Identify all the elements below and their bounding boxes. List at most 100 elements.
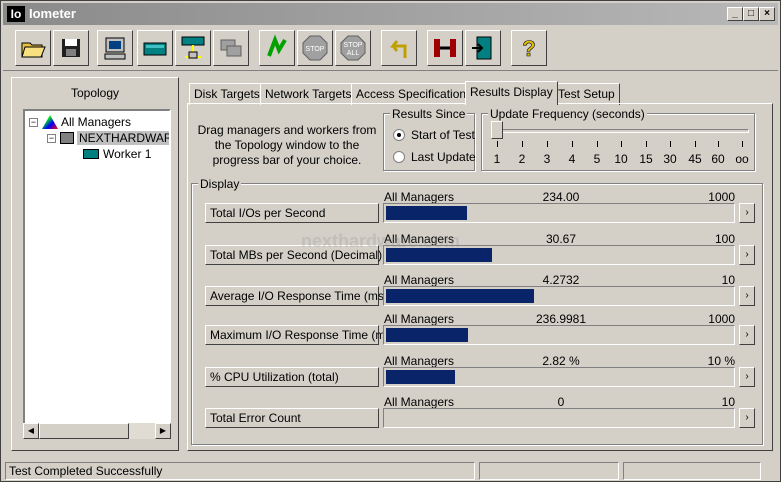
stop-icon: STOP — [302, 35, 328, 61]
exit-button[interactable] — [465, 30, 501, 66]
toolbar: STOP STOP ALL ? — [3, 27, 778, 71]
connect-button[interactable] — [427, 30, 463, 66]
stop-button[interactable]: STOP — [297, 30, 333, 66]
tree-item-worker[interactable]: Worker 1 — [83, 147, 151, 161]
start-button[interactable] — [259, 30, 295, 66]
chevron-right-icon: › — [745, 329, 749, 340]
metric-source: All Managers — [384, 395, 455, 409]
tab-disk-targets[interactable]: Disk Targets — [189, 83, 265, 105]
slider-tick-label: 2 — [518, 152, 526, 166]
metric-progress-fill — [386, 206, 467, 220]
help-button[interactable]: ? — [511, 30, 547, 66]
metric-progress-bar[interactable] — [383, 325, 735, 345]
open-button[interactable] — [15, 30, 51, 66]
copy-button[interactable] — [213, 30, 249, 66]
collapse-icon[interactable]: − — [29, 117, 38, 127]
computer-icon — [60, 132, 74, 144]
minimize-button[interactable]: _ — [727, 7, 743, 21]
slider-tick-label: 10 — [614, 152, 628, 166]
tree-item-manager[interactable]: − NEXTHARDWAR — [47, 131, 169, 145]
display-icon — [104, 37, 126, 60]
slider-tick — [621, 141, 622, 147]
copy-icon — [220, 39, 242, 57]
metric-value: 236.9981 — [535, 312, 587, 326]
scroll-left-icon[interactable]: ◀ — [23, 423, 39, 439]
update-frequency-label: Update Frequency (seconds) — [488, 107, 647, 121]
chevron-right-icon: › — [745, 207, 749, 218]
slider-tick — [718, 141, 719, 147]
metric-button[interactable]: Average I/O Response Time (ms) — [205, 286, 388, 306]
slider-tick — [522, 141, 523, 147]
scroll-right-icon[interactable]: ▶ — [155, 423, 171, 439]
chevron-right-icon: › — [745, 290, 749, 301]
metric-max: 1000 — [708, 312, 735, 326]
metric-progress-bar[interactable] — [383, 286, 735, 306]
open-icon — [21, 42, 46, 58]
title-bar[interactable]: Io Iometer _ □ × — [3, 3, 778, 25]
metric-button[interactable]: Total Error Count — [205, 408, 379, 428]
stop-all-button[interactable]: STOP ALL — [335, 30, 371, 66]
topology-tree[interactable]: − All Managers − NEXTHARDWAR Worker 1 — [23, 109, 171, 439]
chevron-right-icon: › — [745, 249, 749, 260]
metric-max: 10 — [721, 273, 735, 287]
tab-test-setup[interactable]: Test Setup — [553, 83, 620, 105]
metric-options-button[interactable]: › — [739, 286, 755, 306]
metric-source: All Managers — [384, 354, 455, 368]
svg-text:ALL: ALL — [347, 50, 360, 57]
metric-options-button[interactable]: › — [739, 325, 755, 345]
display-button[interactable] — [97, 30, 133, 66]
metric-options-button[interactable]: › — [739, 408, 755, 428]
slider-tick — [695, 141, 696, 147]
status-pane-3 — [623, 462, 761, 480]
metric-progress-bar[interactable] — [383, 367, 735, 387]
metric-options-button[interactable]: › — [739, 367, 755, 387]
radio-unselected-icon — [393, 151, 405, 163]
results-since-label: Results Since — [390, 107, 468, 121]
metric-value: 2.82 % — [542, 354, 580, 368]
collapse-icon[interactable]: − — [47, 133, 56, 143]
slider-tick — [547, 141, 548, 147]
stop-all-icon: STOPALL — [340, 35, 366, 61]
tab-strip: Disk Targets Network Targets Access Spec… — [187, 81, 773, 105]
managers-icon — [42, 115, 58, 129]
reset-icon — [389, 40, 407, 58]
metric-options-button[interactable]: › — [739, 203, 755, 223]
tab-network-targets[interactable]: Network Targets — [260, 83, 357, 105]
status-bar: Test Completed Successfully — [3, 461, 778, 481]
update-frequency-track[interactable] — [493, 129, 749, 133]
radio-last-update[interactable]: Last Update — [393, 150, 476, 164]
radio-label: Last Update — [411, 150, 476, 164]
save-button[interactable] — [53, 30, 89, 66]
tab-results-display[interactable]: Results Display — [465, 81, 558, 105]
svg-text:STOP: STOP — [344, 42, 363, 49]
slider-tick-label: 5 — [593, 152, 601, 166]
tree-label: Worker 1 — [103, 147, 152, 161]
metric-progress-fill — [386, 328, 468, 342]
window-title: Iometer — [29, 6, 76, 21]
radio-start-of-test[interactable]: Start of Test — [393, 128, 475, 142]
reset-button[interactable] — [381, 30, 417, 66]
metric-options-button[interactable]: › — [739, 245, 755, 265]
metric-progress-bar[interactable] — [383, 203, 735, 223]
metric-value: 30.67 — [545, 232, 577, 246]
update-frequency-slider[interactable] — [491, 121, 503, 139]
metric-max: 100 — [714, 232, 735, 246]
metric-progress-bar[interactable] — [383, 408, 735, 428]
tree-item-all-managers[interactable]: − All Managers — [29, 115, 131, 129]
close-button[interactable]: × — [759, 7, 775, 21]
metric-source: All Managers — [384, 312, 455, 326]
topology-header: Topology — [70, 86, 120, 100]
tab-access-specifications[interactable]: Access Specifications — [351, 83, 478, 105]
metric-button[interactable]: Total I/Os per Second — [205, 203, 379, 223]
slider-tick — [670, 141, 671, 147]
metric-button[interactable]: % CPU Utilization (total) — [205, 367, 379, 387]
maximize-button[interactable]: □ — [743, 7, 759, 21]
tree-horizontal-scrollbar[interactable]: ◀ ▶ — [23, 423, 171, 439]
slider-tick-label: oo — [735, 152, 749, 166]
network-button[interactable] — [175, 30, 211, 66]
metric-button[interactable]: Maximum I/O Response Time (ms) — [205, 325, 395, 345]
disk-button[interactable] — [137, 30, 173, 66]
slider-tick — [572, 141, 573, 147]
scroll-thumb[interactable] — [39, 423, 129, 439]
slider-tick-label: 15 — [639, 152, 653, 166]
